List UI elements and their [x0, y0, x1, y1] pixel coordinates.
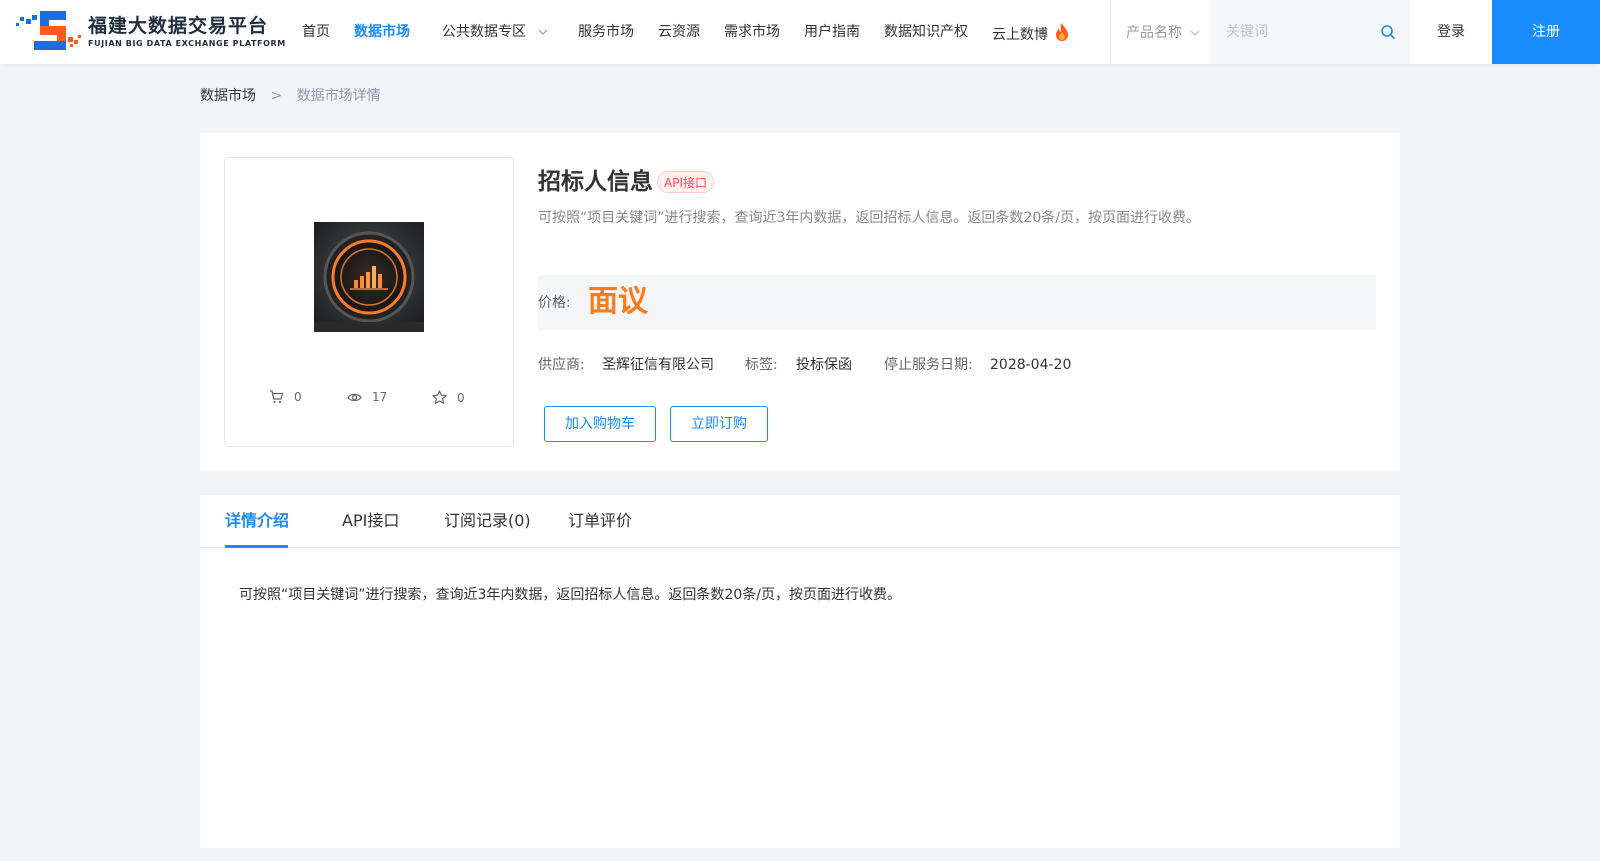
product-image: [314, 222, 424, 332]
register-button[interactable]: 注册: [1492, 0, 1600, 64]
logo-title: 福建大数据交易平台: [88, 15, 269, 37]
search-icon[interactable]: [1380, 24, 1396, 40]
fire-icon: [1056, 23, 1069, 41]
supplier-name: 圣辉征信有限公司: [602, 357, 714, 373]
nav-data-ip[interactable]: 数据知识产权: [884, 22, 968, 42]
detail-description: 可按照“项目关键词”进行搜索，查询近3年内数据，返回招标人信息。返回条数20条/…: [239, 587, 901, 603]
nav-service-market[interactable]: 服务市场: [578, 22, 634, 42]
nav-public-data[interactable]: 公共数据专区: [442, 22, 548, 42]
price-row: 价格: 面议: [538, 275, 1376, 330]
supplier-label: 供应商:: [538, 357, 585, 373]
nav-cloud-expo-label: 云上数博: [992, 27, 1048, 43]
search-box: [1210, 0, 1410, 64]
logo-subtitle: FUJIAN BIG DATA EXCHANGE PLATFORM: [88, 39, 286, 48]
logo-mark: [16, 11, 81, 50]
nav-public-data-label: 公共数据专区: [442, 24, 526, 40]
active-tab-indicator: [225, 545, 288, 548]
chevron-down-icon: [1191, 30, 1200, 36]
price-value: 面议: [588, 284, 648, 319]
product-type-tag: API接口: [657, 171, 714, 193]
breadcrumb-current: 数据市场详情: [296, 88, 381, 104]
tab-order-reviews[interactable]: 订单评价: [568, 509, 632, 533]
detail-tabs: 详情介绍 API接口 订阅记录(0) 订单评价: [200, 495, 1400, 548]
cart-icon: [270, 390, 284, 404]
nav-cloud-expo[interactable]: 云上数博: [992, 22, 1070, 45]
stat-views: 17: [347, 390, 387, 404]
product-tag: 投标保函: [796, 357, 852, 373]
product-card: 0 17 0 招标人信息 API接口 可按照“项目关键词”进行搜索，查询近3年内…: [200, 133, 1400, 471]
stat-favorites[interactable]: 0: [432, 390, 465, 405]
product-image-panel: 0 17 0: [224, 157, 514, 447]
nav-demand-market[interactable]: 需求市场: [724, 22, 780, 42]
breadcrumb: 数据市场 > 数据市场详情: [200, 86, 381, 106]
view-count: 17: [372, 390, 388, 404]
end-date-label: 停止服务日期:: [884, 357, 973, 373]
tab-api[interactable]: API接口: [342, 509, 399, 533]
tab-subscription-records[interactable]: 订阅记录(0): [444, 509, 531, 533]
site-header: 福建大数据交易平台 FUJIAN BIG DATA EXCHANGE PLATF…: [0, 0, 1600, 64]
product-stats: 0 17 0: [225, 390, 513, 410]
site-logo[interactable]: 福建大数据交易平台 FUJIAN BIG DATA EXCHANGE PLATF…: [16, 9, 286, 55]
breadcrumb-data-market[interactable]: 数据市场: [200, 88, 256, 104]
cart-count: 0: [294, 390, 302, 404]
tag-label: 标签:: [745, 357, 778, 373]
eye-icon: [347, 393, 362, 401]
header-divider: [1110, 0, 1111, 64]
tab-details[interactable]: 详情介绍: [225, 509, 289, 533]
star-icon[interactable]: [432, 390, 447, 405]
nav-cloud-resource[interactable]: 云资源: [658, 22, 700, 42]
nav-home[interactable]: 首页: [302, 22, 330, 42]
price-label: 价格:: [538, 295, 571, 311]
add-to-cart-button[interactable]: 加入购物车: [544, 406, 656, 442]
breadcrumb-separator: >: [270, 88, 283, 104]
end-date-value: 2028-04-20: [990, 357, 1072, 373]
search-category-label: 产品名称: [1126, 25, 1182, 41]
product-description: 可按照“项目关键词”进行搜索，查询近3年内数据，返回招标人信息。返回条数20条/…: [538, 210, 1200, 226]
search-input[interactable]: [1226, 20, 1376, 44]
nav-data-market[interactable]: 数据市场: [354, 22, 410, 42]
chevron-down-icon: [539, 29, 548, 35]
product-title: 招标人信息: [538, 169, 653, 195]
favorite-count: 0: [457, 390, 465, 405]
subscribe-now-button[interactable]: 立即订购: [670, 406, 768, 442]
nav-user-guide[interactable]: 用户指南: [804, 22, 860, 42]
detail-panel: 详情介绍 API接口 订阅记录(0) 订单评价 可按照“项目关键词”进行搜索，查…: [200, 495, 1400, 848]
stat-cart: 0: [269, 390, 302, 404]
login-button[interactable]: 登录: [1410, 0, 1492, 64]
search-category-select[interactable]: 产品名称: [1126, 22, 1200, 42]
